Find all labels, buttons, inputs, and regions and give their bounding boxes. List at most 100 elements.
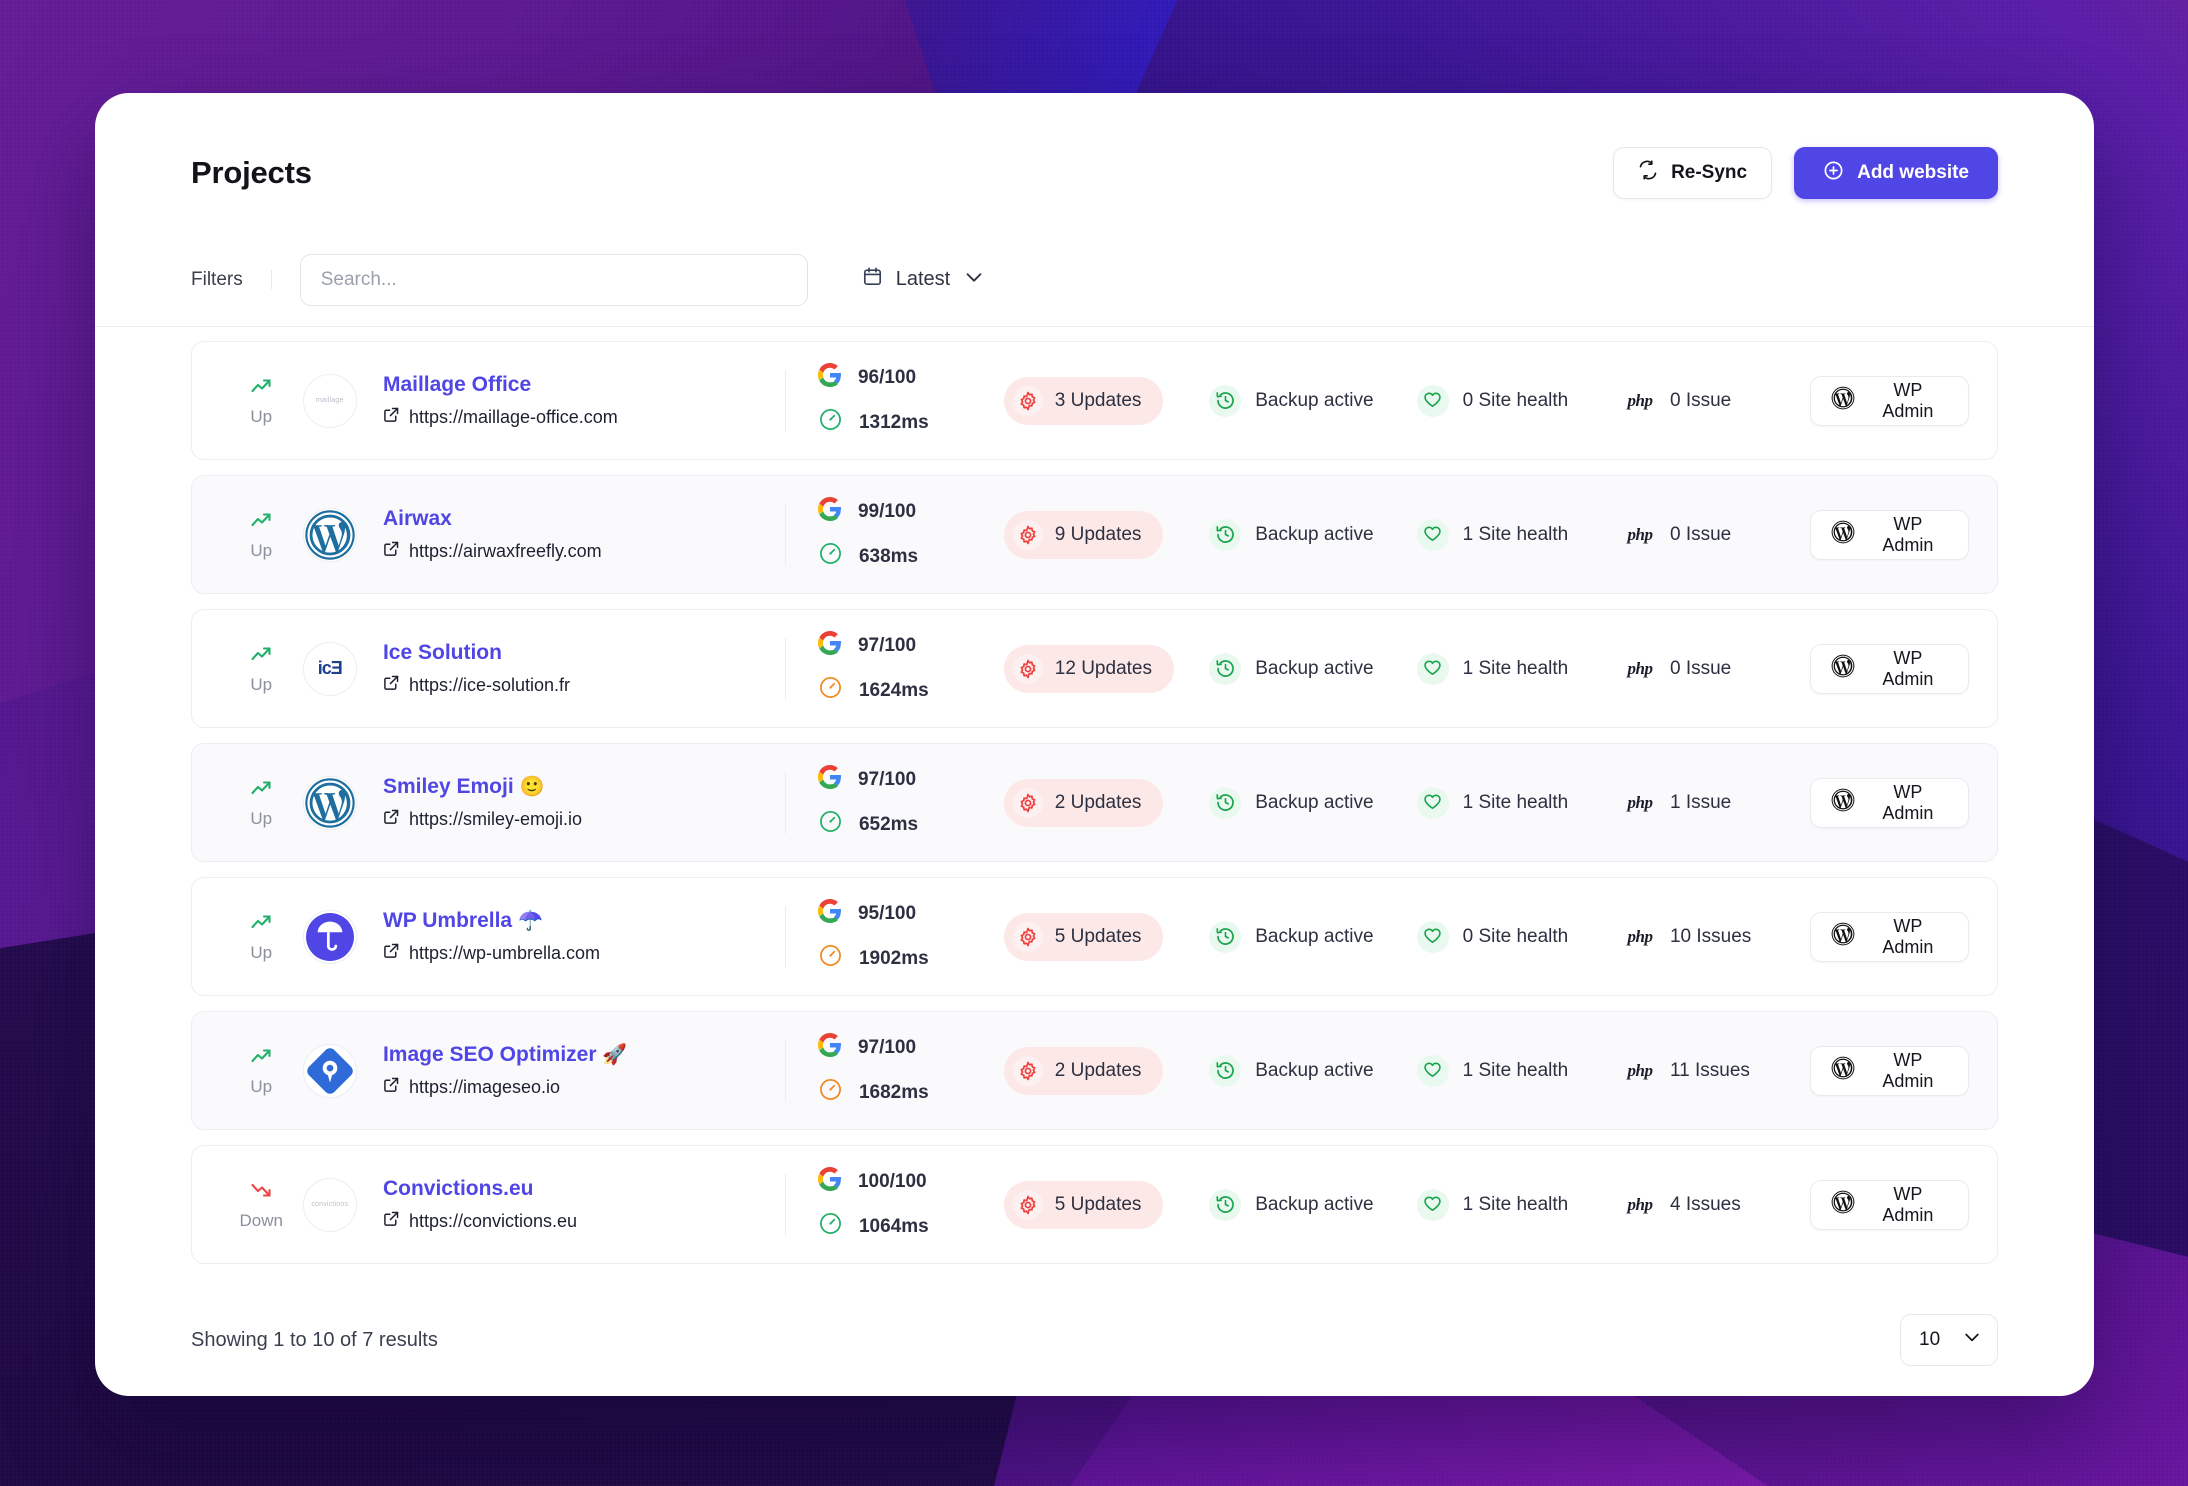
site-name-link[interactable]: Ice Solution bbox=[383, 641, 777, 665]
row-actions: WP Admin bbox=[1809, 911, 1969, 962]
google-score-value: 97/100 bbox=[857, 1037, 917, 1058]
trend-down-icon bbox=[251, 1183, 271, 1197]
site-name-text: WP Umbrella bbox=[382, 908, 513, 932]
site-name-text: Convictions.eu bbox=[382, 1176, 534, 1200]
load-speed-value: 1624ms bbox=[858, 679, 929, 701]
updates-badge[interactable]: 3 Updates bbox=[1003, 376, 1164, 425]
updates-column: 9 Updates bbox=[1003, 510, 1209, 559]
wordpress-mark-icon bbox=[1831, 654, 1855, 683]
load-speed: 652ms bbox=[818, 809, 1004, 840]
table-row[interactable]: Up icƎ Ice Solution https://ice-solution… bbox=[191, 609, 1998, 728]
site-url[interactable]: https://wp-umbrella.com bbox=[383, 942, 777, 964]
per-page-select[interactable]: 10 bbox=[1900, 1314, 1998, 1366]
backup-column: Backup active bbox=[1209, 1188, 1416, 1221]
site-name-link[interactable]: Convictions.eu bbox=[383, 1177, 777, 1201]
load-speed: 1682ms bbox=[818, 1077, 1004, 1108]
site-url[interactable]: https://smiley-emoji.io bbox=[383, 808, 777, 830]
backup-column: Backup active bbox=[1209, 920, 1416, 953]
wp-admin-button[interactable]: WP Admin bbox=[1809, 1179, 1969, 1230]
site-url[interactable]: https://convictions.eu bbox=[383, 1210, 777, 1232]
site-name-link[interactable]: Smiley Emoji 🙂 bbox=[383, 775, 777, 799]
gear-icon bbox=[1012, 653, 1043, 684]
uptime-status: Up bbox=[228, 910, 295, 963]
php-issues-status: php 0 Issue bbox=[1624, 385, 1731, 417]
updates-column: 5 Updates bbox=[1003, 1180, 1209, 1229]
table-row[interactable]: Up Image SEO Optimizer 🚀 https://imagese… bbox=[191, 1011, 1998, 1130]
table-row[interactable]: Up Smiley Emoji 🙂 https://smiley-emoji.i… bbox=[191, 743, 1998, 862]
updates-badge[interactable]: 9 Updates bbox=[1003, 510, 1164, 559]
site-url-text: https://imageseo.io bbox=[408, 1076, 561, 1097]
wp-admin-label: WP Admin bbox=[1882, 647, 1934, 689]
row-actions: WP Admin bbox=[1809, 509, 1969, 560]
row-actions: WP Admin bbox=[1809, 777, 1969, 828]
row-actions: WP Admin bbox=[1809, 1045, 1969, 1096]
table-row[interactable]: Down convictions Convictions.eu https://… bbox=[191, 1145, 1998, 1264]
load-speed: 638ms bbox=[818, 541, 1004, 572]
google-icon bbox=[817, 1033, 842, 1063]
updates-badge[interactable]: 5 Updates bbox=[1003, 1180, 1164, 1229]
php-issues-label: 0 Issue bbox=[1669, 389, 1732, 411]
wp-admin-button[interactable]: WP Admin bbox=[1809, 643, 1969, 694]
sort-dropdown[interactable]: Latest bbox=[856, 256, 991, 304]
updates-badge[interactable]: 5 Updates bbox=[1003, 912, 1164, 961]
wp-admin-label: WP Admin bbox=[1882, 513, 1934, 555]
backup-status-label: Backup active bbox=[1255, 389, 1374, 411]
wp-admin-button[interactable]: WP Admin bbox=[1809, 375, 1969, 426]
updates-badge[interactable]: 2 Updates bbox=[1003, 1046, 1164, 1095]
table-row[interactable]: Up Airwax https://airwaxfreefly.com 99/1… bbox=[191, 475, 1998, 594]
site-avatar-wrapper bbox=[295, 1043, 365, 1098]
speed-gauge-icon bbox=[819, 677, 841, 698]
site-url-text: https://wp-umbrella.com bbox=[408, 942, 601, 963]
heart-icon bbox=[1424, 1196, 1441, 1211]
wp-admin-button[interactable]: WP Admin bbox=[1809, 509, 1969, 560]
search-input[interactable] bbox=[299, 253, 808, 306]
backup-clock-icon bbox=[1216, 660, 1234, 677]
site-name-link[interactable]: Airwax bbox=[383, 507, 777, 531]
uptime-status: Up bbox=[228, 1044, 295, 1097]
projects-card: Projects Re-Sync Add website Filters Sea… bbox=[95, 93, 2094, 1396]
google-score: 96/100 bbox=[817, 363, 1004, 393]
avatar: icƎ bbox=[302, 641, 357, 696]
wp-admin-label: WP Admin bbox=[1882, 915, 1934, 957]
wp-admin-button[interactable]: WP Admin bbox=[1809, 777, 1969, 828]
avatar bbox=[302, 775, 357, 830]
updates-badge[interactable]: 12 Updates bbox=[1003, 644, 1174, 693]
heart-icon bbox=[1424, 660, 1441, 675]
row-actions: WP Admin bbox=[1809, 375, 1969, 426]
status-label: Down bbox=[239, 1211, 283, 1230]
wp-admin-button[interactable]: WP Admin bbox=[1809, 911, 1969, 962]
google-icon bbox=[817, 765, 842, 795]
table-row[interactable]: Up WP Umbrella ☂️ https://wp-umbrella.co… bbox=[191, 877, 1998, 996]
backup-clock-icon bbox=[1209, 786, 1242, 819]
site-url[interactable]: https://maillage-office.com bbox=[383, 406, 777, 428]
site-url[interactable]: https://imageseo.io bbox=[383, 1076, 777, 1098]
php-issues-status: php 1 Issue bbox=[1624, 787, 1731, 819]
site-health-status: 1 Site health bbox=[1416, 518, 1568, 551]
table-row[interactable]: Up maillage Maillage Office https://mail… bbox=[191, 341, 1998, 460]
speed-gauge-icon bbox=[819, 543, 841, 564]
wp-admin-button[interactable]: WP Admin bbox=[1809, 1045, 1969, 1096]
site-name-link[interactable]: WP Umbrella ☂️ bbox=[383, 909, 777, 933]
site-url[interactable]: https://ice-solution.fr bbox=[383, 674, 777, 696]
trend-up-icon bbox=[251, 379, 271, 393]
speed-gauge-icon bbox=[818, 809, 843, 840]
sort-label: Latest bbox=[895, 268, 951, 290]
site-name-link[interactable]: Maillage Office bbox=[383, 373, 777, 397]
php-icon: php bbox=[1627, 524, 1653, 544]
updates-badge[interactable]: 2 Updates bbox=[1003, 778, 1164, 827]
site-name-link[interactable]: Image SEO Optimizer 🚀 bbox=[383, 1043, 777, 1067]
trend-down-icon bbox=[249, 1178, 273, 1207]
php-issues-column: php 1 Issue bbox=[1624, 787, 1810, 819]
site-info: Ice Solution https://ice-solution.fr bbox=[365, 641, 777, 696]
php-issues-label: 11 Issues bbox=[1669, 1059, 1750, 1081]
php-issues-status: php 11 Issues bbox=[1624, 1055, 1750, 1087]
site-url-text: https://ice-solution.fr bbox=[408, 674, 571, 695]
google-score-value: 97/100 bbox=[857, 635, 917, 656]
wordpress-mark-icon bbox=[1831, 788, 1855, 817]
site-url[interactable]: https://airwaxfreefly.com bbox=[383, 540, 777, 562]
add-website-button[interactable]: Add website bbox=[1794, 147, 1998, 199]
google-score-value: 99/100 bbox=[857, 501, 917, 522]
resync-button[interactable]: Re-Sync bbox=[1613, 147, 1773, 199]
php-issues-column: php 0 Issue bbox=[1624, 385, 1810, 417]
page-header: Projects Re-Sync Add website bbox=[95, 93, 2094, 199]
